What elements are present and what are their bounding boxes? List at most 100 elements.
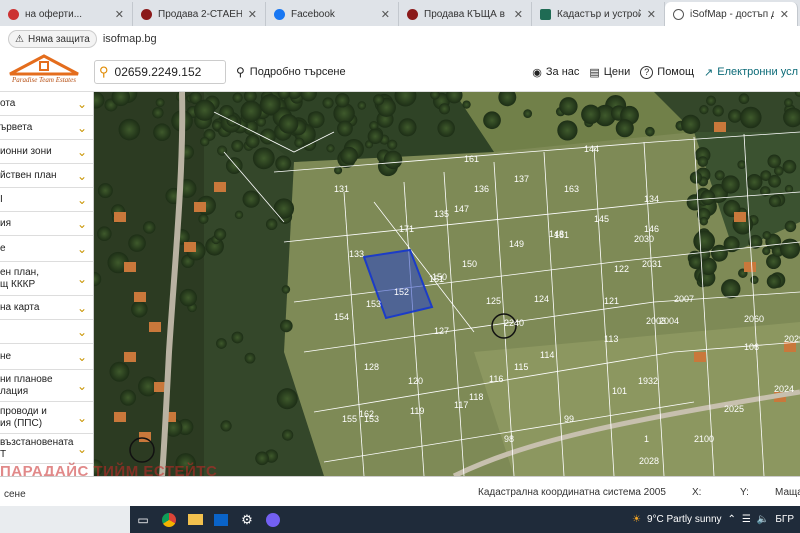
security-label: Няма защита	[27, 33, 90, 45]
browser-tab[interactable]: Facebook ✕	[266, 2, 399, 26]
parcel-number: 137	[514, 174, 529, 184]
parcel-number: 131	[334, 184, 349, 194]
layer-item[interactable]: възстановената Т ⌄	[0, 434, 93, 464]
parcel-number: 2025	[724, 404, 744, 414]
tree	[279, 319, 293, 333]
tree	[782, 159, 797, 174]
parcel-number: 2030	[634, 234, 654, 244]
close-tab-icon[interactable]: ✕	[381, 8, 390, 21]
tree	[225, 157, 243, 174]
parcel-number: 2100	[694, 434, 714, 444]
layer-item[interactable]: ни планове лация ⌄	[0, 370, 93, 402]
layer-item[interactable]: I ⌄	[0, 188, 93, 212]
tree	[784, 98, 793, 107]
layer-item[interactable]: ота ⌄	[0, 92, 93, 116]
tree	[523, 109, 533, 118]
layer-item[interactable]: йствен план ⌄	[0, 164, 93, 188]
parcel-number: 127	[434, 326, 449, 336]
browser-tab[interactable]: Продава КЪЩА в област... ✕	[399, 2, 532, 26]
site-security-indicator[interactable]: ⚠ Няма защита	[8, 30, 97, 48]
tree	[738, 93, 750, 105]
layer-item[interactable]: ионни зони ⌄	[0, 140, 93, 164]
parcel-number: 155	[342, 414, 357, 424]
browser-tab[interactable]: на оферти... ✕	[0, 2, 133, 26]
outlook-icon[interactable]	[208, 506, 234, 533]
tree	[153, 123, 171, 142]
receipt-icon: ▤	[589, 66, 600, 79]
parcel-number: 98	[504, 434, 514, 444]
tree	[245, 134, 260, 149]
tree	[762, 246, 771, 256]
parcel-number: 2060	[744, 314, 764, 324]
layer-label: ота	[0, 97, 16, 109]
layer-item[interactable]: ⌄	[0, 320, 93, 344]
cadastral-search-box[interactable]: ⚲ 02659.2249.152	[94, 59, 226, 84]
prices-link[interactable]: ▤ Цени	[589, 66, 630, 79]
tree	[337, 120, 353, 137]
layer-item[interactable]: ия ⌄	[0, 212, 93, 236]
chevron-down-icon: ⌄	[76, 120, 87, 135]
help-link[interactable]: ? Помощ	[640, 65, 694, 79]
tree	[155, 98, 165, 107]
building-roof	[214, 182, 226, 192]
parcel-number: 154	[334, 312, 349, 322]
tree	[557, 120, 578, 141]
network-icon[interactable]: ☰	[742, 514, 751, 525]
tree	[737, 160, 747, 169]
tree	[282, 429, 294, 441]
tree	[750, 275, 759, 285]
chevron-down-icon: ⌄	[76, 349, 87, 364]
browser-tab-active[interactable]: iSofMap - достъп до цис... ✕	[665, 2, 798, 26]
about-link[interactable]: ◉ За нас	[532, 66, 579, 79]
layer-item[interactable]: на карта ⌄	[0, 296, 93, 320]
url-field[interactable]: isofmap.bg	[103, 33, 157, 45]
close-tab-icon[interactable]: ✕	[514, 8, 523, 21]
tree	[483, 111, 501, 130]
tree	[194, 99, 216, 121]
chrome-icon[interactable]	[156, 506, 182, 533]
close-tab-icon[interactable]: ✕	[115, 8, 124, 21]
map-canvas[interactable]: 161144131 136137163145134135 147171149148 1…	[94, 92, 800, 476]
layer-item[interactable]: ървета ⌄	[0, 116, 93, 140]
chevron-up-icon[interactable]: ⌃	[728, 514, 736, 525]
tree	[615, 119, 634, 138]
language-indicator[interactable]: БГР	[775, 514, 794, 525]
chevron-down-icon: ⌄	[76, 241, 87, 256]
tree	[739, 106, 762, 129]
close-tab-icon[interactable]: ✕	[647, 8, 656, 21]
close-tab-icon[interactable]: ✕	[248, 8, 257, 21]
tab-title: iSofMap - достъп до цис...	[690, 8, 774, 20]
eservices-link[interactable]: ↗ Електронни усл	[704, 66, 798, 79]
search-input[interactable]: 02659.2249.152	[115, 65, 202, 79]
layer-item[interactable]: ен план, щ КККР ⌄	[0, 262, 93, 296]
advanced-search-label: Подробно търсене	[249, 65, 346, 78]
tree	[768, 195, 781, 208]
browser-tab[interactable]: Продава 2-СТАЕН в град... ✕	[133, 2, 266, 26]
parcel-number: 121	[604, 296, 619, 306]
tree	[698, 248, 711, 261]
viber-icon[interactable]	[260, 506, 286, 533]
tree	[220, 420, 232, 432]
tree	[645, 126, 655, 137]
settings-gear-icon[interactable]: ⚙	[234, 506, 260, 533]
tree	[373, 94, 385, 106]
layer-item[interactable]: проводи и ия (ППС) ⌄	[0, 402, 93, 434]
layer-item[interactable]: е ⌄	[0, 236, 93, 262]
volume-icon[interactable]: 🔈	[757, 514, 769, 525]
cadastral-map[interactable]: 161 144 131 136 137 163 145 134 135 147 171 149 148 1…	[94, 92, 800, 476]
task-view-icon[interactable]: ▭	[130, 506, 156, 533]
taskbar-search[interactable]	[0, 506, 130, 533]
layer-item[interactable]: не ⌄	[0, 344, 93, 370]
tree	[179, 288, 198, 307]
browser-tab[interactable]: Кадастър и устройствено... ✕	[532, 2, 665, 26]
chevron-down-icon: ⌄	[76, 192, 87, 207]
building-roof	[114, 412, 126, 422]
tree	[200, 136, 210, 147]
tree	[383, 150, 403, 170]
close-tab-icon[interactable]: ✕	[780, 8, 789, 21]
tab-title: Facebook	[291, 8, 335, 20]
address-bar: ⚠ Няма защита isofmap.bg	[0, 26, 800, 52]
advanced-search-link[interactable]: ⚲ Подробно търсене	[236, 65, 346, 79]
file-explorer-icon[interactable]	[182, 506, 208, 533]
svg-text:Paradise Team Estates: Paradise Team Estates	[11, 76, 76, 84]
